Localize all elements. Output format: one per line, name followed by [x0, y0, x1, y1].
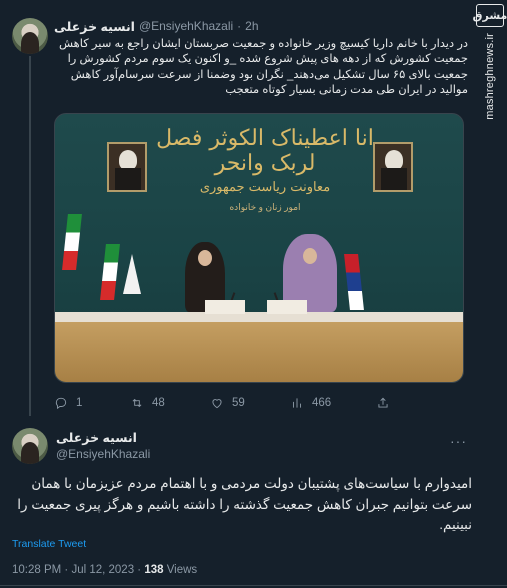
- watermark: مشرق mashreghnews.ir: [473, 0, 507, 120]
- retweet-count: 48: [152, 397, 165, 409]
- tweet-time[interactable]: 2h: [245, 19, 258, 33]
- reply-button[interactable]: 1: [54, 396, 82, 410]
- retweet-button[interactable]: 48: [130, 396, 165, 410]
- tweet-text: امیدوارم با سیاست‌های پشتیبان دولت مردمی…: [17, 476, 472, 532]
- retweet-icon: [130, 396, 144, 410]
- watermark-site: mashreghnews.ir: [484, 33, 496, 120]
- share-button[interactable]: [376, 396, 390, 410]
- sign-subtitle: امور زنان و خانواده: [229, 202, 301, 212]
- tweet-timestamp[interactable]: 10:28 PM · Jul 12, 2023 ·: [12, 564, 144, 576]
- share-icon: [376, 396, 390, 410]
- views-count: 466: [312, 397, 332, 409]
- portrait-left: [107, 142, 147, 192]
- banner-calligraphy: انا اعطیناک الکوثر فصل لربک وانحر: [156, 126, 374, 176]
- flag-iran-small: [100, 244, 120, 300]
- flag-iran: [62, 214, 82, 270]
- reply-count: 1: [76, 397, 83, 409]
- views-count: 138: [144, 564, 164, 576]
- translate-tweet-link[interactable]: Translate Tweet: [12, 538, 86, 550]
- nameplate: [267, 300, 307, 314]
- reply-icon: [54, 396, 68, 410]
- more-options-button[interactable]: ···: [450, 433, 467, 449]
- views-chart-icon: [290, 396, 304, 410]
- tweet-actions: 1 48 59 466: [54, 394, 388, 412]
- portrait-right: [373, 142, 413, 192]
- thread-connector-line: [29, 56, 31, 416]
- author-name[interactable]: انسیه خزعلی: [54, 19, 135, 34]
- avatar[interactable]: [12, 18, 48, 54]
- views-label: Views: [163, 564, 198, 576]
- face-left: [198, 250, 212, 266]
- views-button[interactable]: 466: [290, 396, 331, 410]
- author-name[interactable]: انسیه خزعلی: [56, 430, 137, 445]
- conference-table: [55, 312, 463, 382]
- like-count: 59: [232, 397, 245, 409]
- tweet-text: در دیدار با خانم داریا کیسیچ وزیر خانواد…: [58, 38, 468, 97]
- heart-icon: [210, 396, 224, 410]
- flag-white: [123, 254, 141, 294]
- avatar[interactable]: [12, 428, 48, 464]
- divider: [0, 585, 507, 586]
- separator-dot: ·: [237, 19, 242, 33]
- tweet-header: انسیه خزعلی @EnsiyehKhazali · 2h: [54, 18, 259, 34]
- like-button[interactable]: 59: [210, 396, 245, 410]
- sign-title: معاونت ریاست جمهوری: [199, 180, 331, 195]
- author-handle[interactable]: @EnsiyehKhazali: [139, 19, 233, 33]
- nameplate: [205, 300, 245, 314]
- flag-serbia: [344, 254, 364, 310]
- face-right: [303, 248, 317, 264]
- tweet-metadata: 10:28 PM · Jul 12, 2023 · 138 Views: [12, 564, 197, 576]
- tweet-thread: مشرق mashreghnews.ir انسیه خزعلی @Ensiye…: [0, 0, 507, 588]
- author-handle[interactable]: @EnsiyehKhazali: [56, 447, 150, 461]
- watermark-logo: مشرق: [473, 4, 507, 28]
- tweet-photo[interactable]: انا اعطیناک الکوثر فصل لربک وانحر معاونت…: [54, 113, 464, 383]
